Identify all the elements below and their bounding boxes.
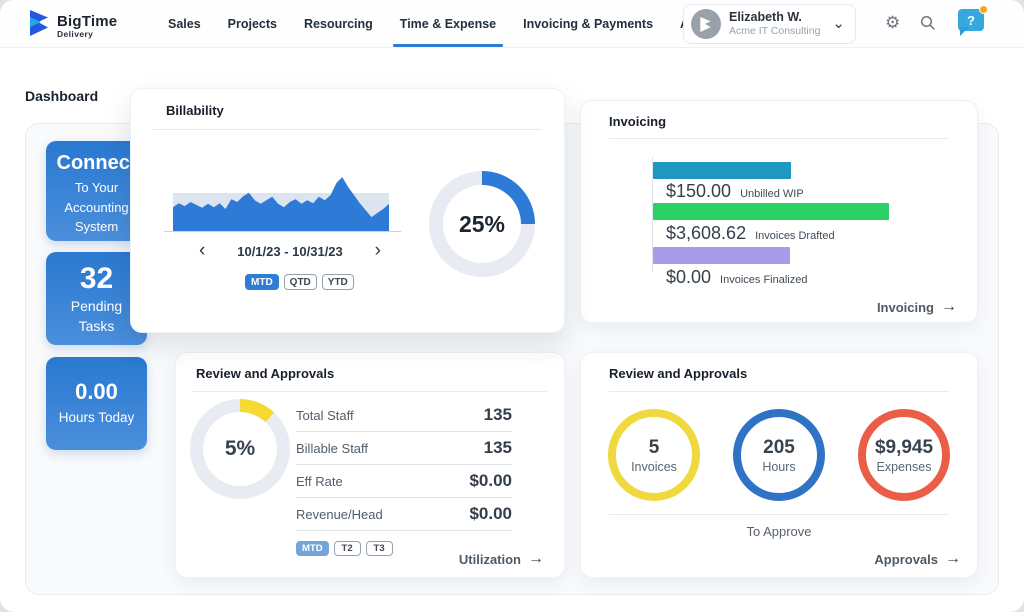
approvals-link[interactable]: Approvals → — [874, 550, 961, 568]
search-icon[interactable] — [920, 15, 936, 36]
billable-staff-label: Billable Staff — [296, 441, 368, 456]
utilization-donut: 5% — [190, 399, 290, 499]
invoicing-bar — [653, 203, 889, 220]
invoicing-bar — [653, 162, 791, 179]
invoicing-card: Invoicing $150.00 Unbilled WIP $3,608.62… — [580, 100, 978, 323]
brand-subtitle: Delivery — [57, 29, 117, 39]
nav-item-time-expense[interactable]: Time & Expense — [400, 0, 496, 48]
unbilled-wip-label: Unbilled WIP — [740, 188, 804, 200]
total-staff-label: Total Staff — [296, 408, 354, 423]
utilization-card: Review and Approvals 5% Total Staff 135 … — [175, 352, 565, 578]
settings-gear-icon[interactable]: ⚙ — [885, 13, 900, 33]
billability-donut: 25% — [429, 171, 535, 277]
date-range-navigator: ‹ 10/1/23 - 10/31/23 › — [199, 242, 381, 260]
user-name: Elizabeth W. — [729, 10, 820, 26]
invoicing-title: Invoicing — [609, 114, 666, 129]
invoicing-link[interactable]: Invoicing → — [877, 298, 957, 316]
expenses-to-approve-label: Expenses — [877, 460, 932, 474]
user-organization: Acme IT Consulting — [729, 25, 820, 38]
period-pill-ytd[interactable]: YTD — [322, 274, 354, 290]
hours-today-label: Hours Today — [46, 410, 147, 425]
invoicing-bar — [653, 247, 790, 264]
hours-to-approve-label: Hours — [762, 460, 795, 474]
main-nav: Sales Projects Resourcing Time & Expense… — [168, 0, 736, 48]
approvals-link-label: Approvals — [874, 552, 938, 567]
divider — [153, 129, 542, 130]
nav-item-sales[interactable]: Sales — [168, 0, 201, 48]
date-range-label: 10/1/23 - 10/31/23 — [237, 244, 343, 259]
period-pill-qtd[interactable]: QTD — [284, 274, 317, 290]
revenue-head-label: Revenue/Head — [296, 507, 383, 522]
approval-ring: 5 Invoices — [608, 409, 700, 501]
approvals-title: Review and Approvals — [609, 366, 747, 381]
utilization-period-toggles: MTD T2 T3 — [296, 541, 393, 556]
period-pill-mtd[interactable]: MTD — [296, 541, 329, 556]
table-row: Revenue/Head $0.00 — [296, 498, 512, 531]
utilization-table: Total Staff 135 Billable Staff 135 Eff R… — [296, 399, 512, 531]
period-pill-t3[interactable]: T3 — [366, 541, 393, 556]
chart-baseline — [164, 231, 401, 232]
invoices-drafted-label: Invoices Drafted — [755, 230, 834, 242]
billability-percentage: 25% — [459, 211, 505, 238]
approval-ring: $9,945 Expenses — [858, 409, 950, 501]
eff-rate-value: $0.00 — [469, 471, 512, 491]
divider — [609, 514, 949, 515]
brand-logo[interactable]: BigTime Delivery — [28, 10, 117, 41]
billability-period-toggles: MTD QTD YTD — [245, 274, 354, 290]
notification-dot — [979, 5, 988, 14]
period-pill-mtd[interactable]: MTD — [245, 274, 279, 290]
billability-area-chart — [173, 173, 389, 231]
revenue-head-value: $0.00 — [469, 504, 512, 524]
nav-item-resourcing[interactable]: Resourcing — [304, 0, 373, 48]
divider — [609, 138, 949, 139]
billability-card: Billability ‹ 10/1/23 - 10/31/23 › MTD Q… — [130, 88, 565, 333]
chevron-right-icon[interactable]: › — [375, 242, 381, 260]
invoices-to-approve-count: 5 — [649, 437, 660, 459]
approvals-card: Review and Approvals 5 Invoices 205 Hour… — [580, 352, 978, 578]
brand-name: BigTime — [57, 13, 117, 30]
avatar — [691, 9, 721, 39]
user-account-menu[interactable]: Elizabeth W. Acme IT Consulting ⌄ — [683, 4, 856, 44]
divider — [191, 391, 547, 392]
billable-staff-value: 135 — [484, 438, 512, 458]
hours-today-value: 0.00 — [46, 379, 147, 405]
help-widget-button[interactable]: ? — [958, 9, 984, 31]
top-navigation-bar: BigTime Delivery Sales Projects Resourci… — [0, 0, 1024, 48]
utilization-link[interactable]: Utilization → — [459, 550, 544, 568]
utilization-percentage: 5% — [225, 437, 255, 461]
arrow-right-icon: → — [945, 550, 961, 568]
eff-rate-label: Eff Rate — [296, 474, 343, 489]
chevron-left-icon[interactable]: ‹ — [199, 242, 205, 260]
page-title: Dashboard — [25, 88, 98, 104]
billability-title: Billability — [166, 103, 224, 118]
expenses-to-approve-amount: $9,945 — [875, 437, 933, 459]
hours-today-card[interactable]: 0.00 Hours Today — [46, 357, 147, 450]
period-pill-t2[interactable]: T2 — [334, 541, 361, 556]
approval-ring: 205 Hours — [733, 409, 825, 501]
app-window: BigTime Delivery Sales Projects Resourci… — [0, 0, 1024, 612]
invoices-finalized-value: $0.00 — [666, 267, 711, 288]
question-icon: ? — [967, 13, 975, 28]
nav-item-invoicing-payments[interactable]: Invoicing & Payments — [523, 0, 653, 48]
invoices-drafted-value: $3,608.62 — [666, 223, 746, 244]
chevron-down-icon: ⌄ — [832, 19, 845, 29]
table-row: Total Staff 135 — [296, 399, 512, 432]
table-row: Billable Staff 135 — [296, 432, 512, 465]
utilization-link-label: Utilization — [459, 552, 521, 567]
arrow-right-icon: → — [528, 550, 544, 568]
divider — [609, 391, 949, 392]
arrow-right-icon: → — [941, 298, 957, 316]
invoicing-link-label: Invoicing — [877, 300, 934, 315]
invoices-finalized-label: Invoices Finalized — [720, 274, 807, 286]
nav-item-projects[interactable]: Projects — [228, 0, 277, 48]
hours-to-approve-count: 205 — [763, 437, 795, 459]
billability-area-svg — [173, 173, 389, 231]
total-staff-value: 135 — [484, 405, 512, 425]
utilization-title: Review and Approvals — [196, 366, 334, 381]
table-row: Eff Rate $0.00 — [296, 465, 512, 498]
invoices-to-approve-label: Invoices — [631, 460, 677, 474]
bigtime-logo-icon — [28, 10, 50, 41]
to-approve-label: To Approve — [581, 524, 977, 539]
unbilled-wip-value: $150.00 — [666, 181, 731, 202]
